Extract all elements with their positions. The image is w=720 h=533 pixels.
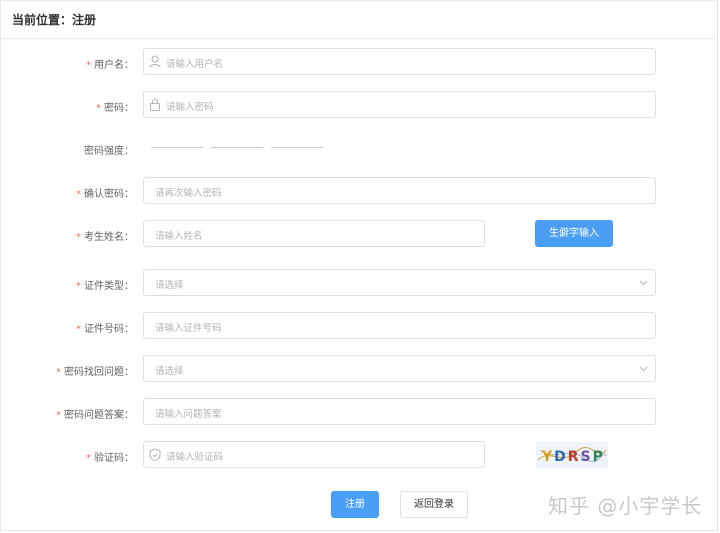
username-placeholder: 请输入用户名 [166, 59, 224, 70]
required-mark: * [96, 103, 101, 114]
strength-bar-weak [151, 147, 203, 148]
captcha-char: Y [541, 449, 554, 465]
id-type-select[interactable]: 请选择 [143, 269, 656, 296]
captcha-text: YDRSP [541, 449, 605, 465]
password-label: * 密码： [96, 99, 134, 114]
strength-label-text: 密码强度： [84, 146, 134, 157]
required-mark: * [56, 367, 61, 378]
captcha-placeholder: 请输入验证码 [166, 452, 224, 463]
name-placeholder: 请输入姓名 [155, 231, 203, 242]
security-answer-input[interactable]: 请输入问题答案 [143, 398, 656, 425]
answer-placeholder: 请输入问题答案 [155, 409, 222, 420]
question-label-text: 密码找回问题： [64, 367, 134, 378]
id-number-placeholder: 请输入证件号码 [155, 323, 222, 334]
confirm-password-input[interactable]: 请再次输入密码 [143, 177, 656, 204]
strength-bar-strong [271, 147, 323, 148]
required-mark: * [76, 232, 81, 243]
name-input[interactable]: 请输入姓名 [143, 220, 485, 247]
username-label: * 用户名： [86, 56, 134, 71]
back-to-login-button[interactable]: 返回登录 [400, 491, 468, 518]
captcha-label-text: 验证码： [94, 453, 134, 464]
id-type-label: * 证件类型： [76, 277, 134, 292]
id-number-input[interactable]: 请输入证件号码 [143, 312, 656, 339]
id-number-label: * 证件号码： [76, 320, 134, 335]
confirm-label: * 确认密码： [76, 185, 134, 200]
username-label-text: 用户名： [94, 60, 134, 71]
strength-label: 密码强度： [84, 142, 134, 157]
required-mark: * [76, 281, 81, 292]
captcha-char: R [568, 449, 581, 465]
required-mark: * [76, 324, 81, 335]
rare-char-input-button[interactable]: 生僻字输入 [535, 220, 613, 247]
confirm-placeholder: 请再次输入密码 [155, 188, 222, 199]
password-input[interactable]: 请输入密码 [143, 91, 656, 118]
confirm-label-text: 确认密码： [84, 189, 134, 200]
id-type-placeholder: 请选择 [155, 280, 184, 291]
required-mark: * [56, 410, 61, 421]
register-button[interactable]: 注册 [331, 491, 379, 518]
chevron-down-icon [639, 280, 648, 286]
strength-bar-medium [211, 147, 263, 148]
question-label: * 密码找回问题： [56, 363, 134, 378]
question-placeholder: 请选择 [155, 366, 184, 377]
captcha-char: P [593, 449, 605, 465]
security-question-select[interactable]: 请选择 [143, 355, 656, 382]
shield-icon [149, 448, 161, 461]
required-mark: * [86, 453, 91, 464]
password-label-text: 密码： [104, 103, 134, 114]
captcha-char: D [554, 449, 568, 465]
password-placeholder: 请输入密码 [166, 102, 214, 113]
chevron-down-icon [639, 366, 648, 372]
answer-label: * 密码问题答案： [56, 406, 134, 421]
answer-label-text: 密码问题答案： [64, 410, 134, 421]
required-mark: * [76, 189, 81, 200]
username-input[interactable]: 请输入用户名 [143, 48, 656, 75]
id-number-label-text: 证件号码： [84, 324, 134, 335]
page-title: 当前位置：注册 [12, 13, 97, 27]
user-icon [149, 55, 161, 68]
captcha-input[interactable]: 请输入验证码 [143, 441, 485, 468]
captcha-graphic: YDRSP [537, 446, 607, 465]
name-label-text: 考生姓名： [84, 232, 134, 243]
captcha-char: S [581, 449, 593, 465]
page-header: 当前位置：注册 [0, 0, 716, 39]
captcha-label: * 验证码： [86, 449, 134, 464]
watermark: 知乎 @小宇学长 [548, 494, 703, 518]
captcha-image[interactable]: YDRSP [536, 442, 608, 468]
lock-icon [150, 98, 160, 111]
name-label: * 考生姓名： [76, 228, 134, 243]
id-type-label-text: 证件类型： [84, 281, 134, 292]
required-mark: * [86, 60, 91, 71]
